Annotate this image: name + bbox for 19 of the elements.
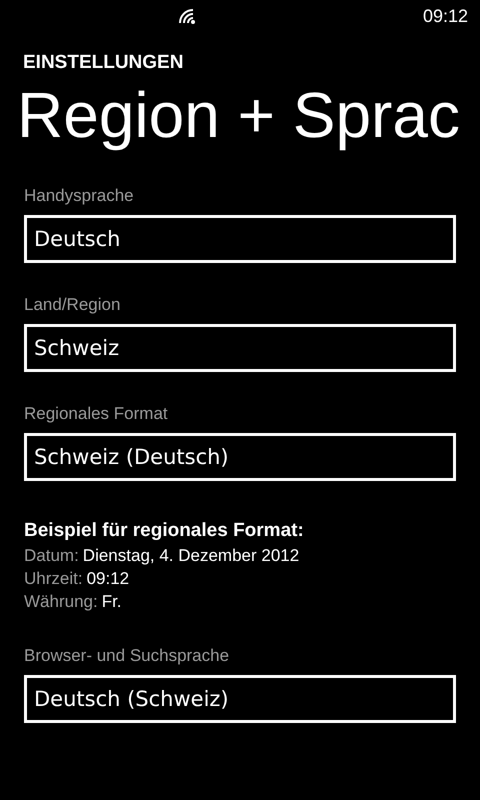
app-name: EINSTELLUNGEN [23,51,184,75]
example-value: Dienstag, 4. Dezember 2012 [82,545,300,567]
dropdown-field[interactable]: Deutsch [24,215,456,263]
field-label: Regionales Format [24,403,168,425]
dropdown-field[interactable]: Schweiz [24,324,456,372]
wifi-icon [178,8,198,24]
example-heading: Beispiel für regionales Format: [24,519,304,543]
clock-time: 09:12 [422,6,468,27]
dropdown-field[interactable]: Deutsch (Schweiz) [24,675,456,723]
example-value: Fr. [102,591,122,613]
field-label: Handysprache [24,185,134,207]
example-label: Uhrzeit: [24,568,83,590]
page-title: Region + Sprac [17,78,461,153]
example-label: Datum: [24,545,79,567]
dropdown-field[interactable]: Schweiz (Deutsch) [24,433,456,481]
example-value: 09:12 [86,568,130,590]
example-label: Währung: [24,591,98,613]
field-label: Land/Region [24,294,120,316]
field-label: Browser- und Suchsprache [24,645,230,667]
